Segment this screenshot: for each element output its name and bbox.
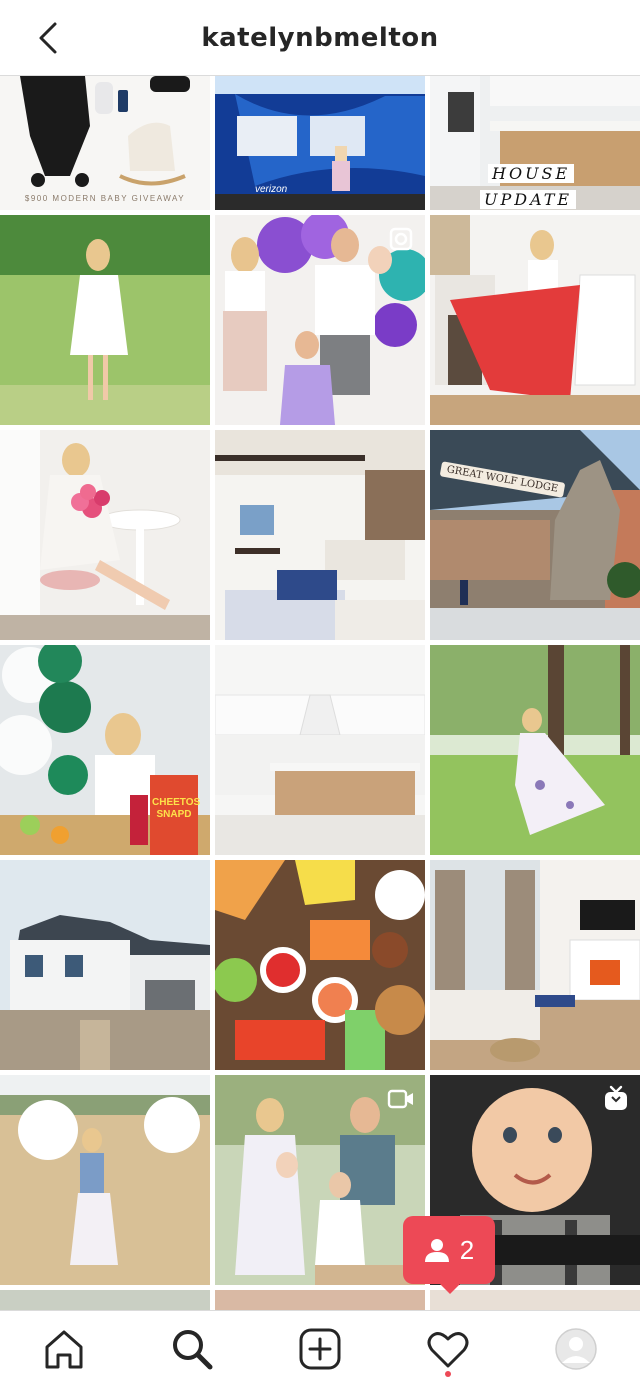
post-great-wolf-lodge[interactable]: GREAT WOLF LODGE	[430, 430, 640, 640]
post-living-room-balcony[interactable]	[215, 430, 425, 640]
top-header: katelynbmelton	[0, 0, 640, 76]
post-pink-roses-chair[interactable]	[0, 430, 210, 640]
post-new-house-exterior[interactable]	[0, 860, 210, 1070]
post-white-balloons-field[interactable]	[0, 1075, 210, 1285]
search-icon	[173, 1330, 213, 1370]
profile-username-title: katelynbmelton	[201, 22, 439, 53]
post-family-balloons[interactable]	[215, 215, 425, 425]
snack-bag-label: CHEETOS SNAPD	[152, 797, 201, 820]
post-family-portrait[interactable]	[215, 1075, 425, 1285]
user-icon	[424, 1239, 449, 1262]
video-icon	[387, 1089, 413, 1109]
back-button[interactable]	[30, 20, 66, 56]
bottom-tab-bar	[0, 1310, 640, 1386]
tab-home[interactable]	[40, 1325, 88, 1373]
post-verizon-truck[interactable]: verizon	[215, 76, 425, 210]
follower-notification-bubble[interactable]: 2	[403, 1216, 495, 1294]
post-red-skirt-fireplace[interactable]	[430, 215, 640, 425]
notification-count: 2	[459, 1234, 475, 1265]
igtv-icon	[605, 1085, 627, 1110]
carousel-icon	[388, 872, 411, 895]
profile-avatar-icon	[555, 1328, 597, 1370]
post-white-dress-field[interactable]	[0, 215, 210, 425]
house-update-caption-1: HOUSE	[488, 164, 575, 183]
post-baby-giveaway[interactable]: $900 MODERN BABY GIVEAWAY	[0, 76, 210, 210]
new-post-icon	[299, 1328, 341, 1370]
carousel-icon	[389, 227, 413, 251]
activity-indicator-dot	[445, 1371, 451, 1377]
post-veggie-platter[interactable]	[215, 860, 425, 1070]
post-row7-left[interactable]	[0, 1290, 210, 1310]
chevron-left-icon	[39, 22, 57, 54]
tab-search[interactable]	[168, 1325, 216, 1373]
verizon-logo-text: verizon	[255, 184, 288, 195]
post-green-balloons-snacks[interactable]: CHEETOS SNAPD	[0, 645, 210, 855]
post-white-kitchen[interactable]	[215, 645, 425, 855]
house-update-caption-2: UPDATE	[480, 190, 577, 209]
giveaway-caption: $900 MODERN BABY GIVEAWAY	[24, 194, 186, 203]
post-row7-middle[interactable]	[215, 1290, 425, 1310]
tab-activity[interactable]	[424, 1325, 472, 1373]
post-floral-dress-park[interactable]	[430, 645, 640, 855]
post-grid: $900 MODERN BABY GIVEAWAY verizon HOUSE …	[0, 76, 640, 1310]
post-house-update[interactable]: HOUSE UPDATE	[430, 76, 640, 210]
tab-new-post[interactable]	[296, 1325, 344, 1373]
post-living-room-fireplace[interactable]	[430, 860, 640, 1070]
tab-profile[interactable]	[552, 1325, 600, 1373]
post-row7-right[interactable]	[430, 1290, 640, 1310]
activity-heart-icon	[427, 1332, 469, 1368]
home-icon	[45, 1330, 83, 1369]
